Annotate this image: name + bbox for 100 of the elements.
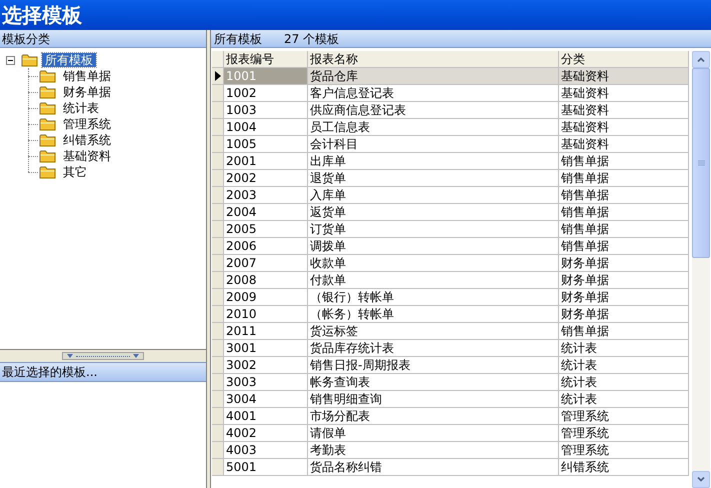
table-cell: 货运标签 [308, 323, 559, 339]
table-row[interactable]: 2008 付款单 财务单据 [212, 272, 689, 289]
table-cell: 管理系统 [559, 442, 689, 458]
table-cell: 3002 [224, 357, 308, 373]
tree-item[interactable]: 其它 [60, 165, 90, 179]
table-cell: 统计表 [559, 391, 689, 407]
table-cell: 基础资料 [559, 102, 689, 118]
table-cell: 2002 [224, 170, 308, 186]
panel-title: 所有模板 [214, 30, 262, 48]
folder-icon [21, 53, 38, 67]
table-row[interactable]: 3003 帐务查询表 统计表 [212, 374, 689, 391]
grip-icon [698, 160, 704, 166]
table-cell: 货品仓库 [308, 68, 559, 84]
tree-item[interactable]: 管理系统 [60, 117, 114, 131]
table-row[interactable]: 2011 货运标签 销售单据 [212, 323, 689, 340]
table-row[interactable]: 2002 退货单 销售单据 [212, 170, 689, 187]
table-row[interactable]: 1003 供应商信息登记表 基础资料 [212, 102, 689, 119]
column-header[interactable]: 分类 [559, 51, 689, 67]
table-cell: 2008 [224, 272, 308, 288]
table-cell: 1002 [224, 85, 308, 101]
table-cell: 客户信息登记表 [308, 85, 559, 101]
folder-icon [39, 101, 56, 115]
table-row[interactable]: 4003 考勤表 管理系统 [212, 442, 689, 459]
table-cell: 4003 [224, 442, 308, 458]
table-cell: 付款单 [308, 272, 559, 288]
table-cell: 3001 [224, 340, 308, 356]
table-cell: 财务单据 [559, 306, 689, 322]
table-cell: 退货单 [308, 170, 559, 186]
table-cell: 订货单 [308, 221, 559, 237]
table-cell: 2007 [224, 255, 308, 271]
down-chevron-icon [697, 477, 705, 482]
table-cell: 销售单据 [559, 238, 689, 254]
table-cell: 基础资料 [559, 68, 689, 84]
panel-title: 最近选择的模板... [2, 364, 98, 381]
collapse-toggle[interactable] [6, 56, 15, 64]
splitter-handle[interactable] [62, 352, 144, 360]
tree-item[interactable]: 基础资料 [60, 149, 114, 163]
table-row[interactable]: 2005 订货单 销售单据 [212, 221, 689, 238]
table-row[interactable]: 4002 请假单 管理系统 [212, 425, 689, 442]
table-cell: 基础资料 [559, 119, 689, 135]
table-row[interactable]: 2009 （银行）转帐单 财务单据 [212, 289, 689, 306]
table-row[interactable]: 3002 销售日报-周期报表 统计表 [212, 357, 689, 374]
table-cell: 1003 [224, 102, 308, 118]
table-cell: 收款单 [308, 255, 559, 271]
window-title: 选择模板 [2, 3, 82, 27]
current-row-icon [214, 71, 220, 81]
table-cell: 帐务查询表 [308, 374, 559, 390]
table-row[interactable]: 2001 出库单 销售单据 [212, 153, 689, 170]
table-cell: 1005 [224, 136, 308, 152]
table-row[interactable]: 2010 （帐务）转帐单 财务单据 [212, 306, 689, 323]
table-row[interactable]: 2003 入库单 销售单据 [212, 187, 689, 204]
table-cell: 统计表 [559, 340, 689, 356]
scroll-thumb[interactable] [692, 68, 710, 258]
table-row[interactable]: 1005 会计科目 基础资料 [212, 136, 689, 153]
table-row[interactable]: 5001 货品名称纠错 纠错系统 [212, 459, 689, 476]
up-chevron-icon [697, 57, 705, 62]
scroll-up-button[interactable] [692, 51, 710, 68]
column-header[interactable]: 报表编号 [224, 51, 308, 67]
table-cell: 2009 [224, 289, 308, 305]
table-cell: 销售单据 [559, 170, 689, 186]
table-cell: 3004 [224, 391, 308, 407]
table-row[interactable]: 2006 调拨单 销售单据 [212, 238, 689, 255]
column-header[interactable]: 报表名称 [308, 51, 559, 67]
table-cell: 考勤表 [308, 442, 559, 458]
table-cell: 2004 [224, 204, 308, 220]
table-cell: （帐务）转帐单 [308, 306, 559, 322]
table-row[interactable]: 1001 货品仓库 基础资料 [212, 68, 689, 85]
table-cell: 员工信息表 [308, 119, 559, 135]
tree-item[interactable]: 纠错系统 [60, 133, 114, 147]
tree-item[interactable]: 销售单据 [60, 69, 114, 83]
scroll-down-button[interactable] [692, 471, 710, 488]
tree-item[interactable]: 统计表 [60, 101, 102, 115]
table-row[interactable]: 4001 市场分配表 管理系统 [212, 408, 689, 425]
down-arrow-icon [133, 354, 139, 358]
table-cell: 销售日报-周期报表 [308, 357, 559, 373]
table-row[interactable]: 3001 货品库存统计表 统计表 [212, 340, 689, 357]
table-row[interactable]: 2004 返货单 销售单据 [212, 204, 689, 221]
table-cell: 1004 [224, 119, 308, 135]
table-cell: 货品名称纠错 [308, 459, 559, 475]
folder-icon [39, 165, 56, 179]
table-row[interactable]: 1004 员工信息表 基础资料 [212, 119, 689, 136]
table-cell: 纠错系统 [559, 459, 689, 475]
table-cell: 销售明细查询 [308, 391, 559, 407]
table-cell: 管理系统 [559, 408, 689, 424]
table-cell: 基础资料 [559, 136, 689, 152]
table-cell: 请假单 [308, 425, 559, 441]
table-cell: 管理系统 [559, 425, 689, 441]
table-cell: 2001 [224, 153, 308, 169]
table-row[interactable]: 1002 客户信息登记表 基础资料 [212, 85, 689, 102]
table-cell: （银行）转帐单 [308, 289, 559, 305]
table-row[interactable]: 3004 销售明细查询 统计表 [212, 391, 689, 408]
tree-item[interactable]: 所有模板 [42, 53, 96, 67]
table-cell: 销售单据 [559, 187, 689, 203]
panel-title: 模板分类 [2, 30, 50, 48]
tree-item[interactable]: 财务单据 [60, 85, 114, 99]
down-arrow-icon [67, 354, 73, 358]
table-row[interactable]: 2007 收款单 财务单据 [212, 255, 689, 272]
table-cell: 5001 [224, 459, 308, 475]
table-cell: 1001 [224, 68, 308, 84]
table-cell: 统计表 [559, 357, 689, 373]
